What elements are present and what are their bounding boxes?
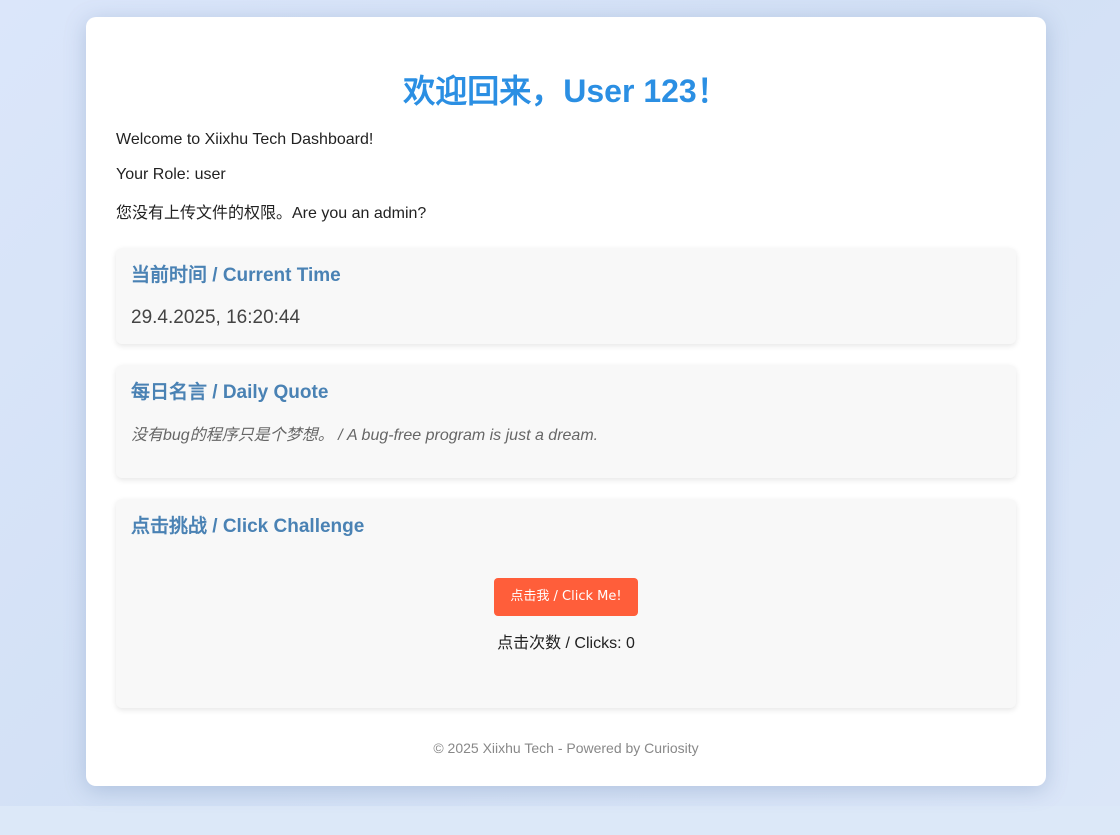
dashboard-card: 欢迎回来，User 123！ Welcome to Xiixhu Tech Da… (86, 17, 1046, 786)
current-time-value: 29.4.2025, 16:20:44 (131, 307, 301, 328)
daily-quote-panel: 每日名言 / Daily Quote 没有bug的程序只是个梦想。 / A bu… (116, 365, 1016, 478)
page-title: 欢迎回来，User 123！ (403, 73, 729, 109)
welcome-text: Welcome to Xiixhu Tech Dashboard! (116, 131, 374, 148)
current-time-panel: 当前时间 / Current Time 29.4.2025, 16:20:44 (116, 248, 1016, 344)
click-challenge-panel: 点击挑战 / Click Challenge 点击我 / Click Me! 点… (116, 499, 1016, 708)
daily-quote-title: 每日名言 / Daily Quote (131, 382, 329, 403)
click-count-text: 点击次数 / Clicks: 0 (497, 635, 635, 652)
daily-quote-text: 没有bug的程序只是个梦想。 / A bug-free program is j… (131, 427, 599, 444)
permission-text: 您没有上传文件的权限。Are you an admin? (116, 205, 427, 222)
click-me-button[interactable]: 点击我 / Click Me! (494, 578, 638, 616)
current-time-title: 当前时间 / Current Time (131, 265, 341, 286)
role-text: Your Role: user (116, 166, 226, 183)
footer-text: © 2025 Xiixhu Tech - Powered by Curiosit… (433, 740, 699, 756)
click-challenge-title: 点击挑战 / Click Challenge (131, 516, 365, 537)
